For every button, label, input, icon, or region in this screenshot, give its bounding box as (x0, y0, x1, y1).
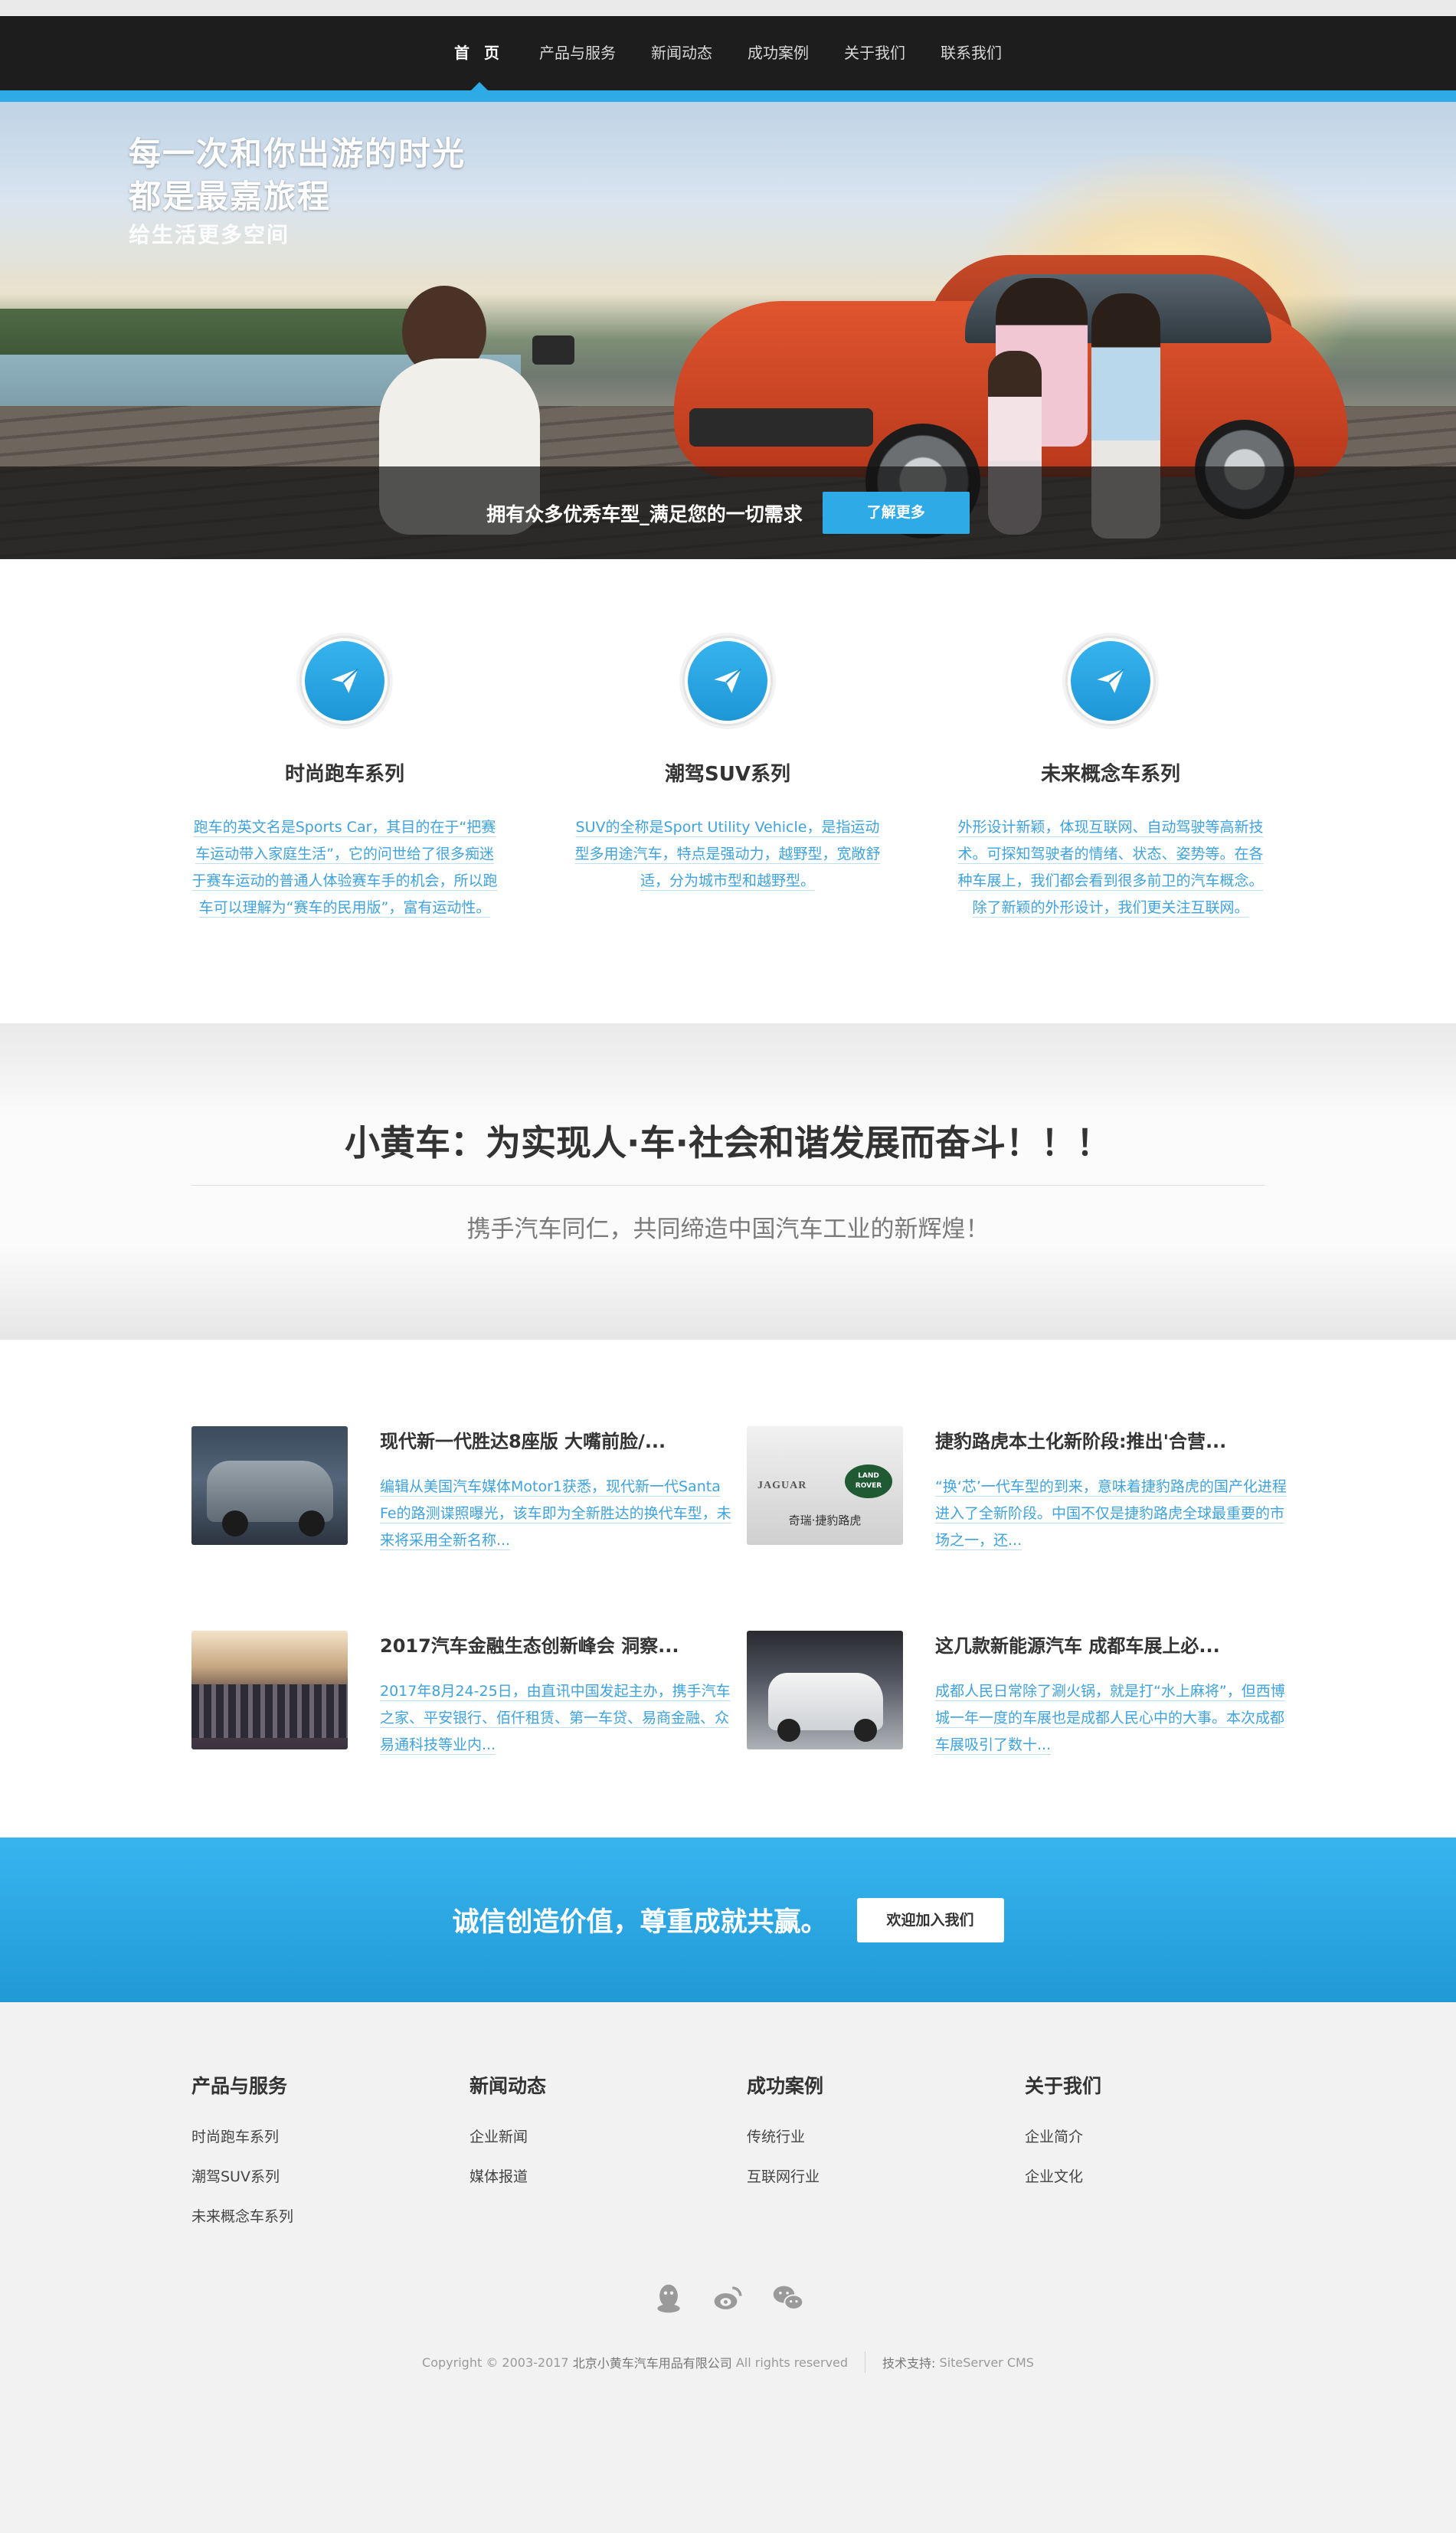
paper-plane-icon (714, 668, 742, 693)
news-excerpt[interactable]: “换‘芯’一代车型的到来，意味着捷豹路虎的国产化进程进入了全新阶段。中国不仅是捷… (935, 1474, 1287, 1554)
news-item[interactable]: JAGUAR LAND ROVER 奇瑞·捷豹路虎 捷豹路虎本土化新阶段:推出'合… (747, 1426, 1287, 1549)
news-thumbnail-jaguar-landrover[interactable]: JAGUAR LAND ROVER 奇瑞·捷豹路虎 (747, 1426, 903, 1545)
news-thumbnail-conference[interactable] (191, 1631, 348, 1749)
feature-title: 潮驾SUV系列 (665, 763, 790, 786)
copyright-prefix: Copyright © 2003-2017 (422, 2355, 569, 2370)
footer-link[interactable]: 未来概念车系列 (191, 2197, 293, 2237)
hero-title: 每一次和你出游的时光 都是最嘉旅程 (129, 135, 466, 215)
hero-banner: 每一次和你出游的时光 都是最嘉旅程 给生活更多空间 拥有众多优秀车型_满足您的一… (0, 102, 1456, 559)
news-title[interactable]: 2017汽车金融生态创新峰会 洞察... (380, 1631, 732, 1658)
feature-card-concept: 未来概念车系列 外形设计新颖，体现互联网、自动驾驶等高新技术。可探知驾驶者的情绪… (957, 559, 1264, 921)
news-title[interactable]: 现代新一代胜达8座版 大嘴前脸/... (380, 1426, 732, 1453)
feature-title: 未来概念车系列 (1040, 763, 1180, 786)
feature-card-suv: 潮驾SUV系列 SUV的全称是Sport Utility Vehicle，是指运… (574, 559, 881, 895)
feature-icon-ring (299, 636, 390, 726)
hero-caption-band: 拥有众多优秀车型_满足您的一切需求 了解更多 (0, 466, 1456, 559)
slogan-section: 小黄车：为实现人·车·社会和谐发展而奋斗！！！ 携手汽车同仁，共同缔造中国汽车工… (0, 1023, 1456, 1340)
top-strip (0, 0, 1456, 16)
news-item[interactable]: 这几款新能源汽车 成都车展上必... 成都人民日常除了涮火锅，就是打“水上麻将”… (747, 1631, 1285, 1753)
feature-icon-ring (682, 636, 773, 726)
nav-item-cases[interactable]: 成功案例 (730, 16, 826, 90)
news-excerpt[interactable]: 2017年8月24-25日，由直讯中国发起主办，携手汽车之家、平安银行、佰仟租赁… (380, 1678, 732, 1759)
news-section: 现代新一代胜达8座版 大嘴前脸/... 编辑从美国汽车媒体Motor1获悉，现代… (0, 1340, 1456, 1838)
news-excerpt[interactable]: 编辑从美国汽车媒体Motor1获悉，现代新一代Santa Fe的路测谍照曝光，该… (380, 1474, 732, 1554)
news-title[interactable]: 这几款新能源汽车 成都车展上必... (935, 1631, 1287, 1658)
weibo-icon[interactable] (709, 2279, 748, 2318)
wechat-icon[interactable] (769, 2279, 807, 2318)
feature-title: 时尚跑车系列 (284, 763, 404, 786)
news-thumbnail-autoshow[interactable] (747, 1631, 903, 1749)
features-section: 时尚跑车系列 跑车的英文名是Sports Car，其目的在于“把赛车运动带入家庭… (0, 559, 1456, 1023)
feature-card-sportscar: 时尚跑车系列 跑车的英文名是Sports Car，其目的在于“把赛车运动带入家庭… (191, 559, 498, 921)
news-thumbnail-suv[interactable] (191, 1426, 348, 1545)
jaguar-logo: JAGUAR (757, 1480, 807, 1491)
nav-item-about[interactable]: 关于我们 (826, 16, 923, 90)
footer-column-title: 关于我们 (1025, 2075, 1102, 2097)
qq-icon[interactable] (649, 2279, 688, 2318)
footer-link[interactable]: 媒体报道 (470, 2157, 546, 2197)
social-links (0, 2279, 1456, 2318)
join-us-banner: 诚信创造价值，尊重成就共赢。 欢迎加入我们 (0, 1838, 1456, 2002)
feature-description[interactable]: SUV的全称是Sport Utility Vehicle，是指运动型多用途汽车，… (574, 814, 881, 895)
rights-text: All rights reserved (735, 2355, 849, 2370)
slogan-title: 小黄车：为实现人·车·社会和谐发展而奋斗！！！ (345, 1122, 1111, 1163)
news-title[interactable]: 捷豹路虎本土化新阶段:推出'合营... (935, 1426, 1287, 1453)
footer-column-about: 关于我们 企业简介 企业文化 (1025, 2002, 1101, 2197)
footer-link[interactable]: 传统行业 (747, 2117, 823, 2157)
footer-column-cases: 成功案例 传统行业 互联网行业 (747, 2002, 823, 2197)
footer-column-title: 新闻动态 (470, 2075, 547, 2097)
news-item[interactable]: 现代新一代胜达8座版 大嘴前脸/... 编辑从美国汽车媒体Motor1获悉，现代… (191, 1426, 731, 1549)
copyright-bar: Copyright © 2003-2017 北京小黄车汽车用品有限公司 All … (0, 2351, 1456, 2373)
slogan-subtitle: 携手汽车同仁，共同缔造中国汽车工业的新辉煌！ (466, 1216, 990, 1243)
footer-link[interactable]: 互联网行业 (747, 2157, 823, 2197)
news-excerpt[interactable]: 成都人民日常除了涮火锅，就是打“水上麻将”，但西博城一年一度的车展也是成都人民心… (935, 1678, 1287, 1759)
footer-column-title: 成功案例 (747, 2075, 824, 2097)
nav-item-news[interactable]: 新闻动态 (633, 16, 730, 90)
camera-icon (532, 335, 574, 365)
footer-link[interactable]: 企业文化 (1025, 2157, 1101, 2197)
learn-more-button[interactable]: 了解更多 (822, 492, 970, 534)
news-item[interactable]: 2017汽车金融生态创新峰会 洞察... 2017年8月24-25日，由直讯中国… (191, 1631, 731, 1753)
nav-item-products[interactable]: 产品与服务 (522, 16, 633, 90)
feature-icon-ring (1065, 636, 1156, 726)
feature-description[interactable]: 外形设计新颖，体现互联网、自动驾驶等高新技术。可探知驾驶者的情绪、状态、姿势等。… (957, 814, 1264, 921)
cta-text: 诚信创造价值，尊重成就共赢。 (452, 1907, 828, 1938)
paper-plane-icon (1097, 668, 1125, 693)
company-name: 北京小黄车汽车用品有限公司 (572, 2356, 732, 2371)
tech-support-link[interactable]: SiteServer CMS (940, 2355, 1034, 2370)
main-nav: 首 页 产品与服务 新闻动态 成功案例 关于我们 联系我们 (0, 16, 1456, 91)
hero-subtitle: 给生活更多空间 (129, 222, 290, 247)
join-us-button[interactable]: 欢迎加入我们 (856, 1897, 1004, 1942)
nav-accent-bar (0, 90, 1456, 102)
nav-item-contact[interactable]: 联系我们 (923, 16, 1019, 90)
slogan-divider (191, 1185, 1265, 1186)
land-rover-logo: LAND ROVER (845, 1464, 892, 1498)
footer-column-title: 产品与服务 (191, 2075, 288, 2097)
footer-link[interactable]: 企业新闻 (470, 2117, 546, 2157)
footer-link[interactable]: 潮驾SUV系列 (191, 2157, 293, 2197)
nav-item-home[interactable]: 首 页 (437, 16, 522, 91)
site-footer: 产品与服务 时尚跑车系列 潮驾SUV系列 未来概念车系列 新闻动态 企业新闻 媒… (0, 2002, 1456, 2528)
footer-column-news: 新闻动态 企业新闻 媒体报道 (470, 2002, 546, 2197)
tech-support-label: 技术支持: (882, 2356, 936, 2371)
footer-link[interactable]: 企业简介 (1025, 2117, 1101, 2157)
hero-band-text: 拥有众多优秀车型_满足您的一切需求 (486, 502, 803, 525)
paper-plane-icon (331, 668, 359, 693)
thumbnail-caption: 奇瑞·捷豹路虎 (788, 1514, 862, 1527)
footer-column-products: 产品与服务 时尚跑车系列 潮驾SUV系列 未来概念车系列 (191, 2002, 293, 2237)
footer-link[interactable]: 时尚跑车系列 (191, 2117, 293, 2157)
feature-description[interactable]: 跑车的英文名是Sports Car，其目的在于“把赛车运动带入家庭生活”，它的问… (191, 814, 498, 921)
